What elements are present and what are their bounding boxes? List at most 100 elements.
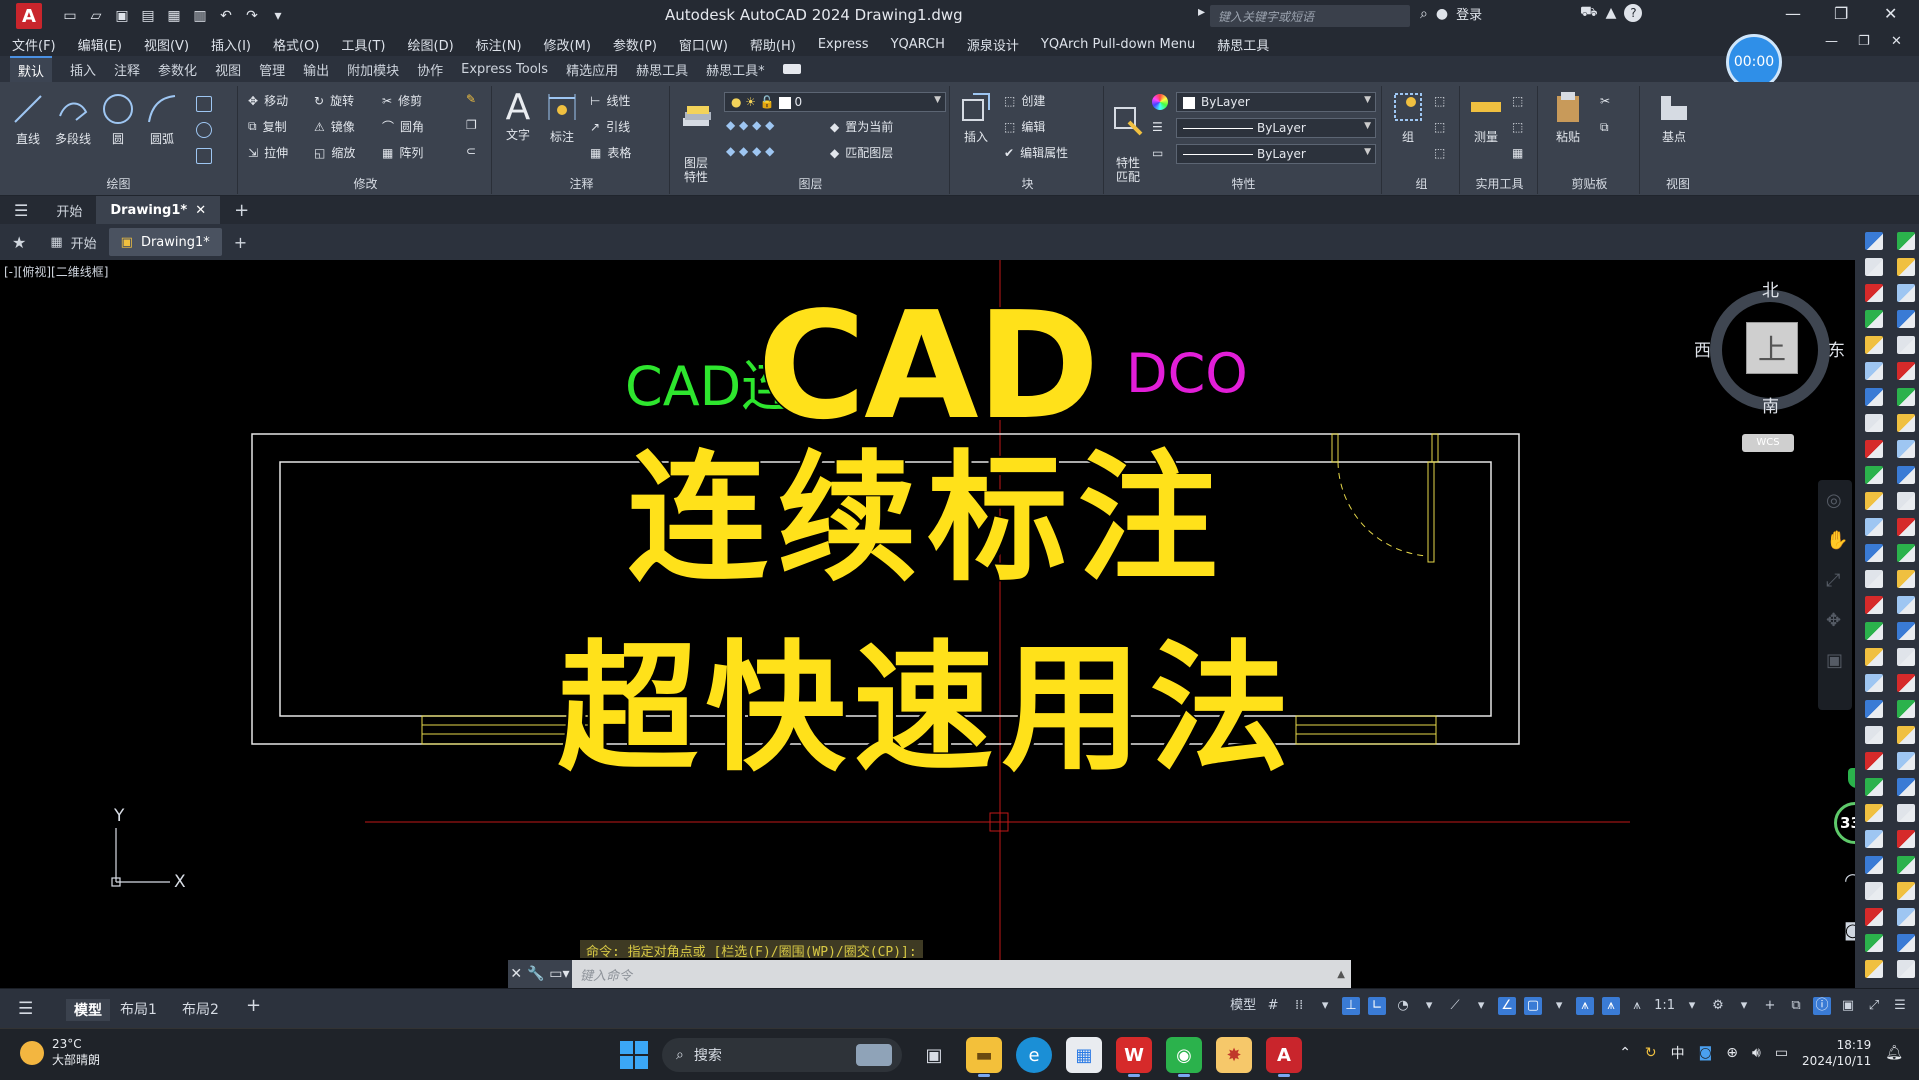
tool-palette-icon[interactable] [1865,258,1883,276]
autocad-taskbar-icon[interactable]: A [1266,1037,1302,1077]
viewcube[interactable]: 上 北 南 西 东 [1694,280,1845,420]
tool-palette-icon[interactable] [1897,492,1915,510]
linetype-select[interactable]: ByLayer ▼ [1176,118,1376,138]
match-layer-button[interactable]: ◆ 匹配图层 [830,144,893,161]
doc-tab-drawing1[interactable]: ▣ Drawing1* [108,228,222,256]
object-snap-tracking-icon[interactable]: ∠ [1498,997,1517,1015]
ungroup-icon[interactable]: ⬚ [1434,94,1445,108]
autoscale-icon[interactable]: ⩚ [1602,997,1621,1015]
command-customize-icon[interactable]: 🔧 [527,966,544,982]
tool-palette-icon[interactable] [1897,804,1915,822]
model-space-toggle[interactable]: 模型 [1230,997,1256,1015]
tool-palette-icon[interactable] [1865,830,1883,848]
ime-indicator[interactable]: 中 [1671,1043,1685,1063]
utilities-group-label[interactable]: 实用工具 [1462,175,1537,192]
tool-palette-icon[interactable] [1897,830,1915,848]
layer-tools-row-1[interactable]: ◆ ◆ ◆ ◆ [726,118,774,132]
menu-file[interactable]: 文件(F) [12,35,56,54]
menu-express[interactable]: Express [818,37,869,52]
plot-icon[interactable]: ▥ [192,8,208,24]
app-orange-icon[interactable]: ✸ [1216,1037,1252,1073]
tool-palette-icon[interactable] [1865,284,1883,302]
tool-palette-icon[interactable] [1865,570,1883,588]
tray-expand-icon[interactable]: ⌃ [1619,1045,1631,1061]
tab-insert[interactable]: 插入 [70,60,96,79]
workspace-gear-icon[interactable]: ⚙ [1709,997,1727,1015]
edge-browser-icon[interactable]: e [1016,1037,1052,1073]
layers-group-label[interactable]: 图层 [672,175,949,192]
units-icon[interactable]: ⧉ [1787,997,1805,1015]
minimize-icon[interactable]: — [1785,4,1801,23]
compass-west[interactable]: 西 [1694,336,1711,361]
tool-palette-icon[interactable] [1865,596,1883,614]
object-snap-icon[interactable]: ▢ [1524,997,1543,1015]
tab-manage[interactable]: 管理 [259,60,285,79]
menu-yqarch[interactable]: YQARCH [891,37,945,52]
ellipse-icon[interactable] [196,122,212,138]
tab-parametric[interactable]: 参数化 [158,60,197,79]
group-select-icon[interactable]: ⬚ [1434,146,1445,160]
annotation-monitor-icon[interactable]: + [1761,997,1779,1015]
notification-bell-icon[interactable]: 🔔︎ [1885,1045,1903,1061]
tool-palette-icon[interactable] [1865,388,1883,406]
explode-icon[interactable]: ❐ [466,118,477,132]
tool-palette-icon[interactable] [1897,908,1915,926]
workspace-dropdown-icon[interactable]: ▾ [1735,997,1753,1015]
tool-palette-icon[interactable] [1897,466,1915,484]
menu-view[interactable]: 视图(V) [144,35,189,54]
tool-palette-icon[interactable] [1865,934,1883,952]
fillet-button[interactable]: ⌒ 圆角 [382,118,424,135]
layout-menu-icon[interactable]: ☰ [18,999,33,1019]
lineweight-icon[interactable]: ▭ [1152,146,1163,160]
tool-palette-icon[interactable] [1897,752,1915,770]
scale-button[interactable]: ◱ 缩放 [314,144,355,161]
annotation-visibility-icon[interactable]: ⩚ [1576,997,1595,1015]
battery-icon[interactable]: ▭ [1775,1045,1788,1061]
hatch-icon[interactable] [196,148,212,164]
isodraft-icon[interactable]: ⟋ [1446,997,1464,1015]
menu-edit[interactable]: 编辑(E) [78,35,122,54]
tab-featured-apps[interactable]: 精选应用 [566,60,618,79]
copy-button[interactable]: ⧉ 复制 [248,118,287,135]
file-explorer-icon[interactable]: ▬ [966,1037,1002,1077]
tool-palette-icon[interactable] [1897,414,1915,432]
tool-palette-icon[interactable] [1897,336,1915,354]
erase-icon[interactable]: ✎ [466,92,476,106]
ms-store-icon[interactable]: ▦ [1066,1037,1102,1073]
quick-properties-icon[interactable]: ⓘ [1813,997,1831,1015]
menu-window[interactable]: 窗口(W) [679,35,728,54]
tool-palette-icon[interactable] [1865,492,1883,510]
print-icon[interactable]: ▦ [166,8,182,24]
tool-palette-icon[interactable] [1897,622,1915,640]
doc-restore-icon[interactable]: ❐ [1858,34,1870,49]
base-view-button[interactable]: 基点 [1652,90,1696,145]
lineweight-select[interactable]: ByLayer ▼ [1176,144,1376,164]
tab-view[interactable]: 视图 [215,60,241,79]
wps-office-icon[interactable]: W [1116,1037,1152,1077]
tool-palette-icon[interactable] [1897,232,1915,250]
edit-attributes-button[interactable]: ✔ 编辑属性 [1004,144,1068,161]
close-tab-icon[interactable]: ✕ [195,203,206,218]
tool-palette-icon[interactable] [1897,440,1915,458]
table-button[interactable]: ▦ 表格 [590,144,631,161]
tool-palette-icon[interactable] [1865,362,1883,380]
properties-group-label[interactable]: 特性 [1106,175,1381,192]
tool-palette-icon[interactable] [1865,960,1883,978]
user-icon[interactable]: ● [1436,6,1448,22]
volume-icon[interactable]: 🔊︎ [1752,1045,1761,1061]
viewcube-top-face[interactable]: 上 [1746,322,1798,374]
tab-output[interactable]: 输出 [303,60,329,79]
color-wheel-icon[interactable] [1152,94,1168,110]
grid-icon[interactable]: # [1264,997,1282,1015]
menu-help[interactable]: 帮助(H) [750,35,796,54]
tab-addins[interactable]: 附加模块 [347,60,399,79]
tool-palette-icon[interactable] [1865,414,1883,432]
tool-palette-icon[interactable] [1865,856,1883,874]
rotate-button[interactable]: ↻ 旋转 [314,92,354,109]
tool-palette-icon[interactable] [1865,726,1883,744]
menu-format[interactable]: 格式(O) [273,35,319,54]
tab-hesi-tools-2[interactable]: 赫思工具* [706,60,765,79]
clean-screen-icon[interactable]: ⤢ [1865,997,1883,1015]
zoom-extents-icon[interactable]: ⤢ [1826,570,1840,591]
autocad-logo[interactable]: A [16,3,42,29]
